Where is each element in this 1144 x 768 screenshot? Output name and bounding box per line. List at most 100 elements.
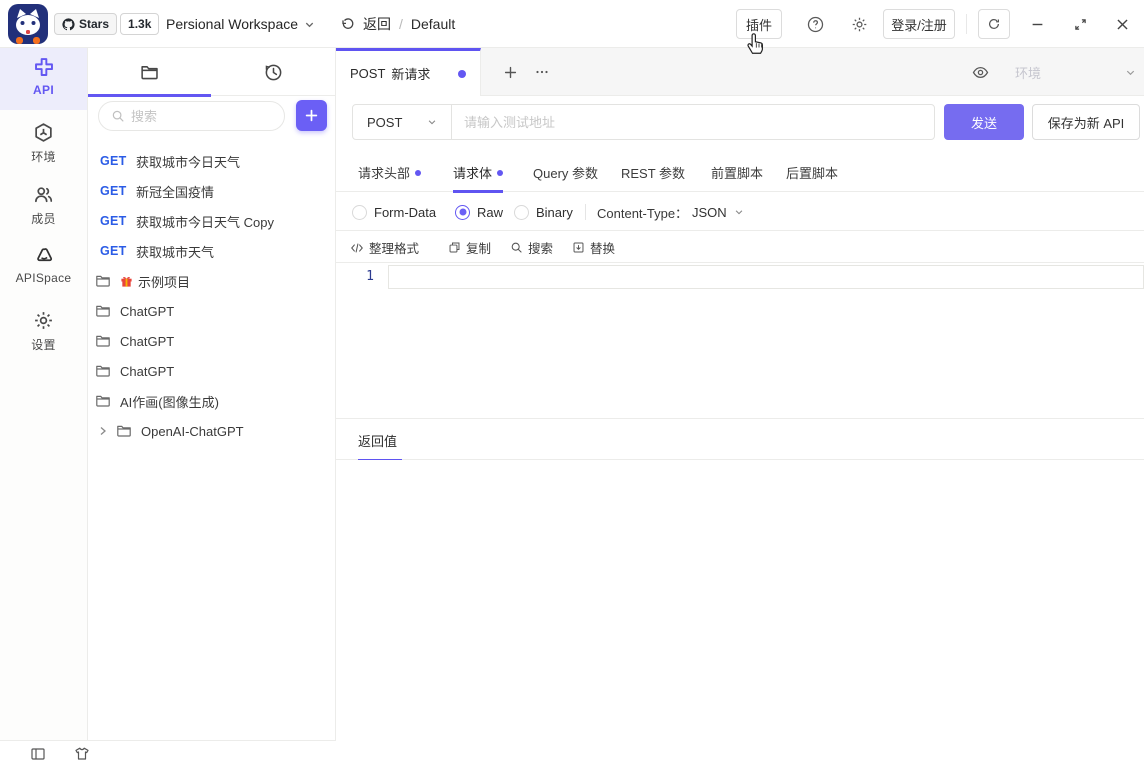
nav-item-api[interactable]: API <box>0 48 87 110</box>
request-tabstrip: POST 新请求 环境 <box>336 48 1144 97</box>
method-badge: GET <box>100 184 127 198</box>
tool-label: 整理格式 <box>369 242 420 256</box>
collapse-sidebar-icon[interactable] <box>30 746 47 763</box>
nav-item-settings[interactable]: 设置 <box>0 302 87 358</box>
apispace-icon <box>36 248 52 262</box>
search-icon <box>112 110 124 122</box>
response-tab[interactable]: 返回值 <box>358 419 403 462</box>
minimize-button[interactable] <box>1027 14 1047 34</box>
response-header: 返回值 <box>336 418 1144 462</box>
back-arrow-icon[interactable] <box>340 17 355 32</box>
sidebar-search-row <box>88 96 335 146</box>
code-icon <box>351 243 363 252</box>
nav-item-apispace[interactable]: APISpace <box>0 238 87 294</box>
radio-icon <box>352 204 367 220</box>
tree-item-folder[interactable]: AI作画(图像生成) <box>88 386 335 416</box>
url-input[interactable] <box>451 104 935 140</box>
chevron-down-icon <box>735 210 742 215</box>
search-input[interactable] <box>131 108 261 124</box>
postcat-logo-icon[interactable] <box>8 4 48 44</box>
breadcrumb-current: Default <box>410 16 456 32</box>
tab-post-script[interactable]: 后置脚本 <box>786 152 838 192</box>
refresh-icon <box>989 18 999 29</box>
environment-selector[interactable]: 环境 <box>972 48 1136 96</box>
maximize-button[interactable] <box>1070 14 1090 34</box>
search-box[interactable] <box>98 101 285 131</box>
tree-item-folder[interactable]: ChatGPT <box>88 356 335 386</box>
tab-query-params[interactable]: Query 参数 <box>533 152 598 192</box>
body-mode-row: Form-Data Raw Binary Content-Type： JSON <box>336 193 1144 231</box>
modified-dot <box>415 170 422 176</box>
github-stars-badge[interactable]: Stars 1.3k <box>54 13 160 35</box>
plugin-button[interactable]: 插件 <box>736 9 782 39</box>
folder-name: ChatGPT <box>120 363 175 379</box>
line-number: 1 <box>366 269 374 284</box>
help-icon[interactable] <box>807 16 824 33</box>
method-select[interactable]: POST <box>352 104 452 140</box>
editor-current-line[interactable] <box>388 265 1144 289</box>
close-button[interactable] <box>1112 14 1132 34</box>
format-button[interactable]: 整理格式 <box>350 232 419 263</box>
github-stars-count: 1.3k <box>120 13 160 35</box>
tool-label: 复制 <box>466 242 492 256</box>
open-request-tab[interactable]: POST 新请求 <box>336 48 481 97</box>
refresh-button[interactable] <box>978 9 1010 39</box>
tab-label: 请求体 <box>453 165 493 181</box>
tab-rest-params[interactable]: REST 参数 <box>621 152 685 192</box>
save-as-new-api-button[interactable]: 保存为新 API <box>1032 104 1140 140</box>
tree-item-folder-expandable[interactable]: OpenAI-ChatGPT <box>88 416 335 446</box>
chevron-right-icon[interactable] <box>98 426 108 436</box>
tab-name: 新请求 <box>391 67 431 82</box>
tab-label: 后置脚本 <box>786 165 839 181</box>
replace-icon <box>573 242 584 253</box>
eye-icon[interactable] <box>972 64 989 81</box>
folder-name: ChatGPT <box>120 333 175 349</box>
gift-icon <box>120 275 133 288</box>
tree-item-folder[interactable]: 示例项目 <box>88 266 335 296</box>
tree-item-request[interactable]: GET 获取城市今日天气 <box>88 146 335 176</box>
tab-api-list[interactable] <box>88 48 211 97</box>
tool-label: 替换 <box>590 242 616 256</box>
replace-button[interactable]: 替换 <box>572 232 615 263</box>
api-tree: GET 获取城市今日天气 GET 新冠全国疫情 GET 获取城市今日天气 Cop… <box>88 146 335 740</box>
nav-item-environment[interactable]: 环境 <box>0 114 87 172</box>
radio-form-data[interactable]: Form-Data <box>352 193 436 231</box>
tree-item-request[interactable]: GET 获取城市今日天气 Copy <box>88 206 335 236</box>
send-button[interactable]: 发送 <box>944 104 1024 140</box>
chevron-down-icon <box>1126 70 1135 75</box>
tab-pre-script[interactable]: 前置脚本 <box>711 152 763 192</box>
tree-item-request[interactable]: GET 新冠全国疫情 <box>88 176 335 206</box>
ellipsis-icon <box>536 70 548 74</box>
nav-label: 成员 <box>31 212 56 226</box>
copy-button[interactable]: 复制 <box>448 232 491 263</box>
back-button[interactable]: 返回 <box>363 14 391 34</box>
search-button[interactable]: 搜索 <box>510 232 553 263</box>
tree-item-folder[interactable]: ChatGPT <box>88 296 335 326</box>
topbar-divider <box>966 14 967 34</box>
nav-label: APISpace <box>15 271 72 285</box>
theme-skin-icon[interactable] <box>74 746 91 763</box>
tab-more-button[interactable] <box>528 48 556 96</box>
tree-item-request[interactable]: GET 获取城市天气 <box>88 236 335 266</box>
folder-icon <box>95 363 111 379</box>
tab-request-body[interactable]: 请求体 <box>453 152 504 193</box>
radio-label: Raw <box>477 204 504 220</box>
sidebar-tabs <box>88 48 335 97</box>
content-type-select[interactable]: JSON <box>692 193 744 231</box>
settings-gear-icon[interactable] <box>851 16 868 33</box>
body-editor[interactable]: 1 <box>336 263 1144 418</box>
radio-icon <box>514 204 529 220</box>
workspace-selector[interactable]: Persional Workspace <box>166 0 315 48</box>
new-tab-button[interactable] <box>496 48 524 96</box>
nav-item-members[interactable]: 成员 <box>0 176 87 234</box>
login-register-button[interactable]: 登录/注册 <box>883 9 955 39</box>
radio-raw[interactable]: Raw <box>455 193 503 231</box>
tab-request-headers[interactable]: 请求头部 <box>358 152 422 192</box>
divider <box>585 204 586 220</box>
radio-binary[interactable]: Binary <box>514 193 573 231</box>
copy-icon <box>449 242 460 253</box>
radio-label: Binary <box>536 204 573 220</box>
tree-item-folder[interactable]: ChatGPT <box>88 326 335 356</box>
add-api-button[interactable] <box>296 100 327 131</box>
tab-history[interactable] <box>212 48 335 96</box>
